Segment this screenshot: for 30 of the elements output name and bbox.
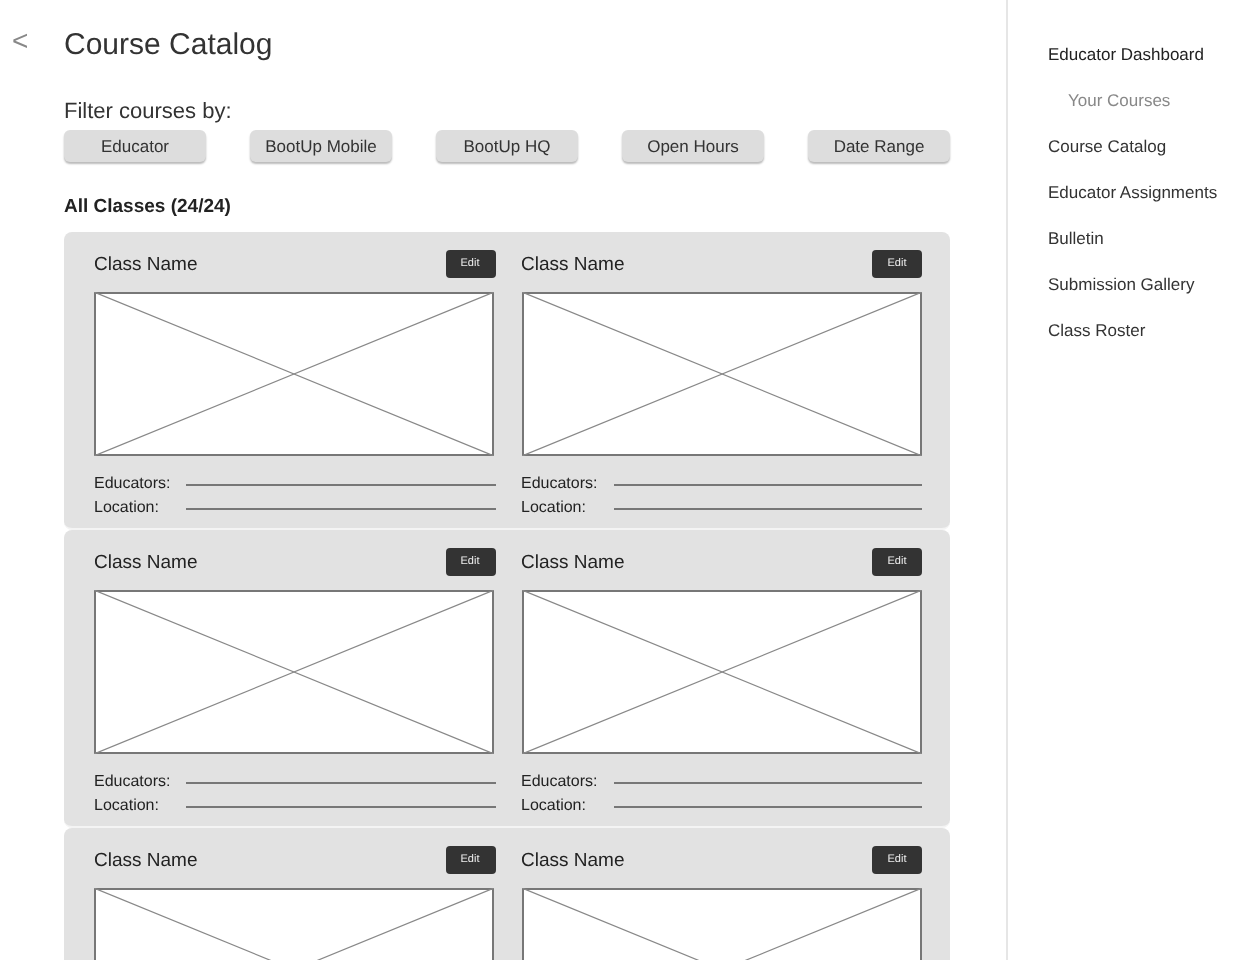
filter-button[interactable]: BootUp Mobile bbox=[250, 130, 392, 162]
back-button[interactable]: < bbox=[12, 24, 29, 56]
nav-item[interactable]: Bulletin bbox=[1048, 228, 1252, 248]
field-label: Location: bbox=[521, 796, 588, 814]
filter-label: Filter courses by: bbox=[64, 100, 234, 124]
class-name: Class Name bbox=[521, 253, 625, 275]
class-name: Class Name bbox=[94, 253, 198, 275]
field-label: Educators: bbox=[521, 772, 597, 790]
field-label: Location: bbox=[521, 498, 588, 516]
section-heading: All Classes (24/24) bbox=[64, 196, 233, 218]
field-label: Location: bbox=[94, 796, 161, 814]
filter-button[interactable]: BootUp HQ bbox=[436, 130, 578, 162]
class-name: Class Name bbox=[94, 849, 198, 871]
nav-item[interactable]: Course Catalog bbox=[1048, 136, 1252, 156]
class-name: Class Name bbox=[521, 551, 625, 573]
field-label: Educators: bbox=[94, 772, 170, 790]
nav-item[interactable]: Submission Gallery bbox=[1048, 274, 1252, 294]
class-name: Class Name bbox=[94, 551, 198, 573]
field-label: Educators: bbox=[94, 474, 170, 492]
nav-item[interactable]: Class Roster bbox=[1048, 320, 1252, 340]
field-label: Educators: bbox=[521, 474, 597, 492]
class-name: Class Name bbox=[521, 849, 625, 871]
filter-button[interactable]: Educator bbox=[64, 130, 206, 162]
nav-item[interactable]: Educator Assignments bbox=[1048, 182, 1252, 202]
filter-button[interactable]: Open Hours bbox=[622, 130, 764, 162]
page-title: Course Catalog bbox=[64, 27, 273, 61]
nav-item[interactable]: Educator Dashboard bbox=[1048, 44, 1252, 64]
nav-subitem[interactable]: Your Courses bbox=[1048, 90, 1252, 110]
field-label: Location: bbox=[94, 498, 161, 516]
filter-button[interactable]: Date Range bbox=[808, 130, 950, 162]
